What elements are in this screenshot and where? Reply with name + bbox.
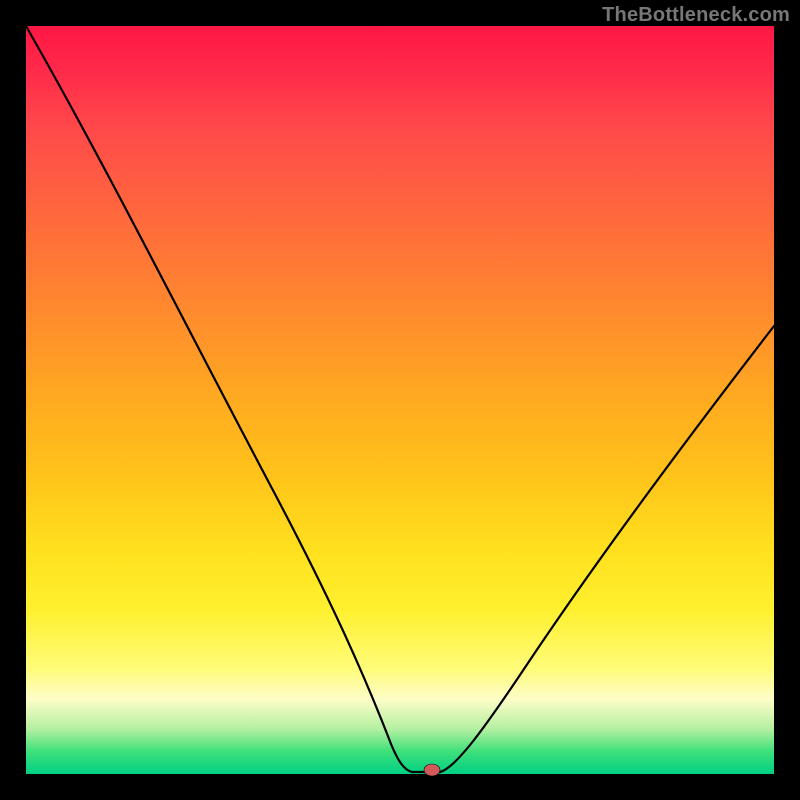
plot-area [26,26,774,774]
watermark-text: TheBottleneck.com [602,4,790,27]
bottleneck-curve-path [26,26,774,772]
optimal-point-marker [424,764,440,776]
curve-svg [26,26,774,774]
chart-frame: TheBottleneck.com [0,0,800,800]
